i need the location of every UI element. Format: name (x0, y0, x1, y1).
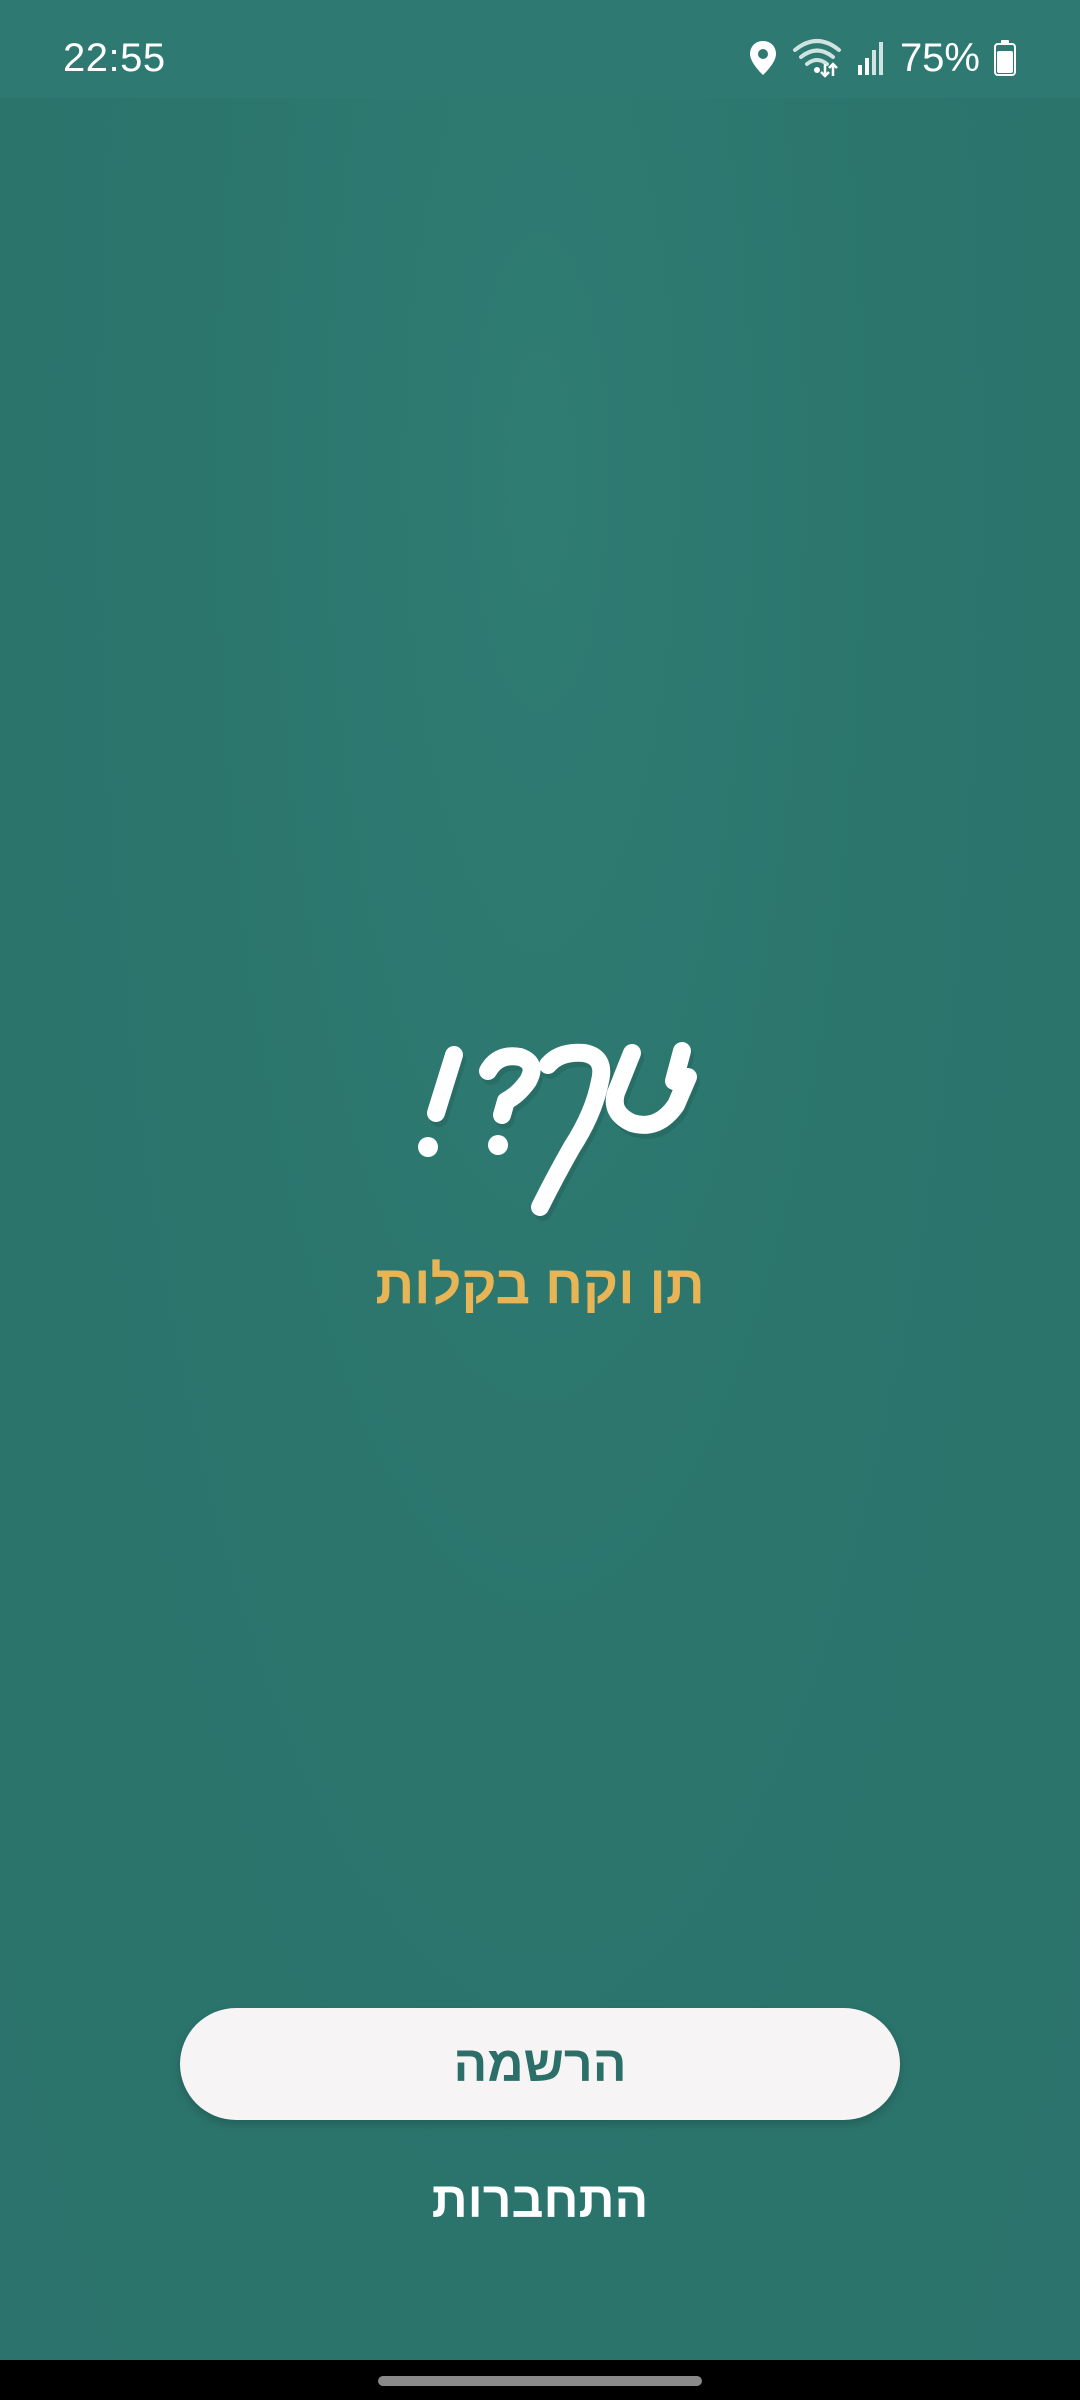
app-tagline: תן וקח בקלות (375, 1255, 705, 1315)
signal-icon (856, 41, 886, 75)
login-button[interactable]: התחברות (380, 2160, 700, 2240)
wifi-icon (792, 38, 842, 78)
navigation-bar (0, 2360, 1080, 2400)
home-indicator[interactable] (378, 2376, 702, 2386)
app-logo (370, 1035, 710, 1235)
location-icon (748, 39, 778, 77)
status-icons: 75% (748, 28, 1016, 88)
status-time: 22:55 (63, 36, 166, 80)
battery-percentage: 75% (899, 36, 980, 80)
register-button[interactable]: הרשמה (180, 2008, 900, 2120)
status-bar: 22:55 75% (0, 0, 1080, 98)
battery-icon (994, 40, 1016, 76)
